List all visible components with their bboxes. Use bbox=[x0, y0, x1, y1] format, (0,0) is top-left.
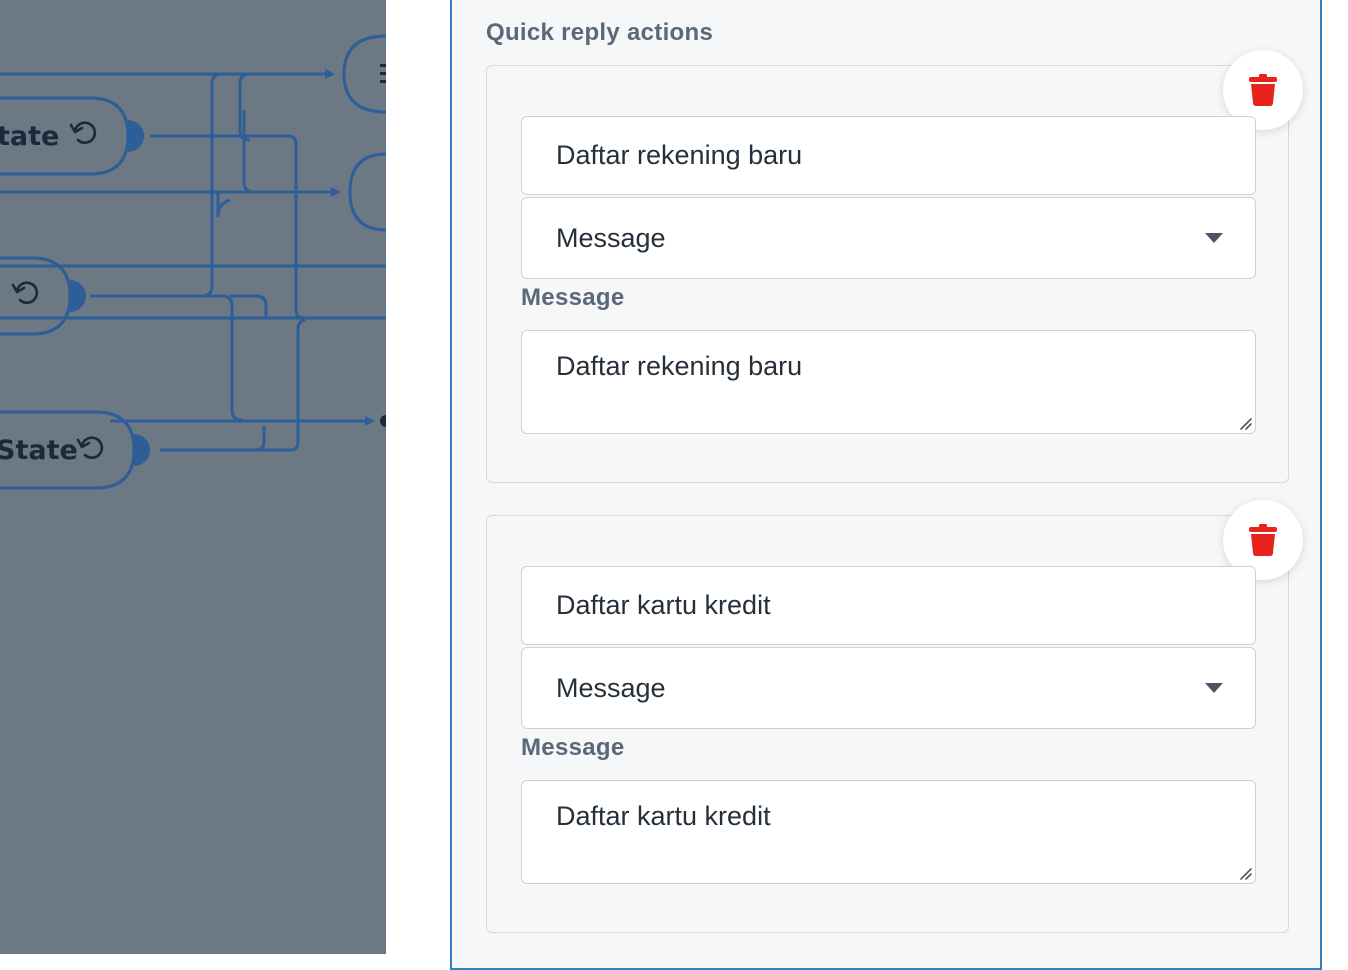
textarea-value: Daftar kartu kredit bbox=[556, 801, 771, 831]
textarea-value: Daftar rekening baru bbox=[556, 351, 803, 381]
flow-node-2[interactable] bbox=[11, 281, 39, 305]
quick-reply-card-1: Daftar rekening baru Message Message Daf… bbox=[486, 50, 1303, 483]
reset-icon[interactable] bbox=[11, 281, 39, 305]
input-value: Daftar kartu kredit bbox=[556, 590, 771, 620]
section-title: Quick reply actions bbox=[486, 19, 714, 46]
quick-reply-title-input[interactable]: Daftar kartu kredit bbox=[521, 566, 1256, 645]
selected-value: Message bbox=[556, 672, 666, 703]
action-type-select[interactable]: Message bbox=[521, 647, 1256, 729]
quick-reply-title-input[interactable]: Daftar rekening baru bbox=[521, 116, 1256, 195]
node-label: tate bbox=[0, 121, 59, 152]
message-textarea[interactable]: Daftar kartu kredit bbox=[521, 780, 1256, 884]
trash-icon bbox=[1249, 74, 1277, 106]
quick-reply-card-2: Daftar kartu kredit Message Message Daft… bbox=[486, 500, 1303, 933]
reset-icon[interactable] bbox=[76, 436, 104, 460]
resize-handle-icon[interactable] bbox=[1238, 866, 1252, 880]
chevron-down-icon bbox=[1205, 683, 1223, 693]
flow-diagram: tate State bbox=[0, 34, 386, 490]
trash-icon bbox=[1249, 524, 1277, 556]
chevron-down-icon bbox=[1205, 233, 1223, 243]
message-label: Message bbox=[521, 284, 625, 311]
flow-node-3[interactable]: State bbox=[0, 435, 104, 466]
selected-value: Message bbox=[556, 222, 666, 253]
flow-canvas[interactable]: tate State bbox=[0, 0, 386, 954]
side-sheet: Quick reply actions Daftar rekening baru… bbox=[386, 0, 1348, 970]
node-label: State bbox=[0, 435, 78, 466]
action-type-select[interactable]: Message bbox=[521, 197, 1256, 279]
quick-reply-panel: Quick reply actions Daftar rekening baru… bbox=[450, 0, 1322, 970]
message-label: Message bbox=[521, 734, 625, 761]
flow-node-1[interactable]: tate bbox=[0, 121, 97, 152]
input-value: Daftar rekening baru bbox=[556, 140, 803, 170]
message-textarea[interactable]: Daftar rekening baru bbox=[521, 330, 1256, 434]
reset-icon[interactable] bbox=[69, 121, 97, 145]
resize-handle-icon[interactable] bbox=[1238, 416, 1252, 430]
